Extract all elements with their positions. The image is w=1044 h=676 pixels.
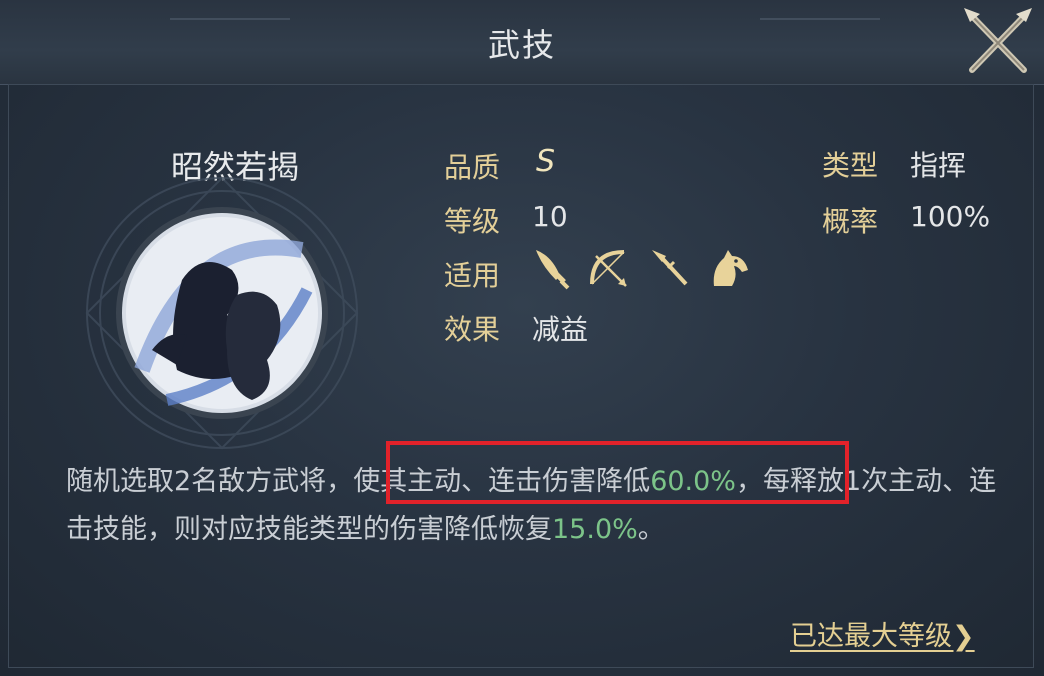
chevron-right-icon: ❯ bbox=[952, 621, 975, 652]
chance-label: 概率 bbox=[822, 205, 879, 238]
quality-label: 品质 bbox=[444, 151, 501, 184]
horse-icon bbox=[708, 246, 752, 290]
bow-icon bbox=[586, 246, 630, 290]
saber-icon bbox=[528, 246, 572, 290]
skill-emblem bbox=[72, 170, 372, 470]
applicable-label: 适用 bbox=[444, 259, 501, 292]
spear-icon bbox=[648, 246, 692, 290]
chance-value: 100% bbox=[910, 200, 991, 233]
page-title: 武技 bbox=[487, 26, 556, 64]
level-value: 10 bbox=[532, 200, 568, 233]
description-part4: 。 bbox=[637, 514, 665, 545]
effect-value: 减益 bbox=[532, 313, 589, 346]
type-value: 指挥 bbox=[910, 149, 967, 182]
close-crossed-swords-icon bbox=[964, 8, 1032, 73]
effect-label: 效果 bbox=[444, 313, 501, 346]
close-button[interactable] bbox=[958, 4, 1038, 80]
description-part1: 随机选取2名敌方武将， bbox=[66, 466, 354, 497]
type-label: 类型 bbox=[822, 149, 879, 182]
header-ornament-right bbox=[760, 0, 880, 20]
header-ornament-left bbox=[170, 0, 290, 20]
level-label: 等级 bbox=[444, 205, 501, 238]
max-level-link[interactable]: 已达最大等级❯ bbox=[790, 614, 975, 653]
highlight-annotation-box bbox=[386, 441, 849, 504]
recovery-value: 15.0% bbox=[552, 514, 638, 545]
max-level-label: 已达最大等级 bbox=[790, 621, 952, 652]
quality-value: S bbox=[536, 144, 556, 179]
warriors-silhouette-emblem-icon bbox=[85, 176, 359, 450]
